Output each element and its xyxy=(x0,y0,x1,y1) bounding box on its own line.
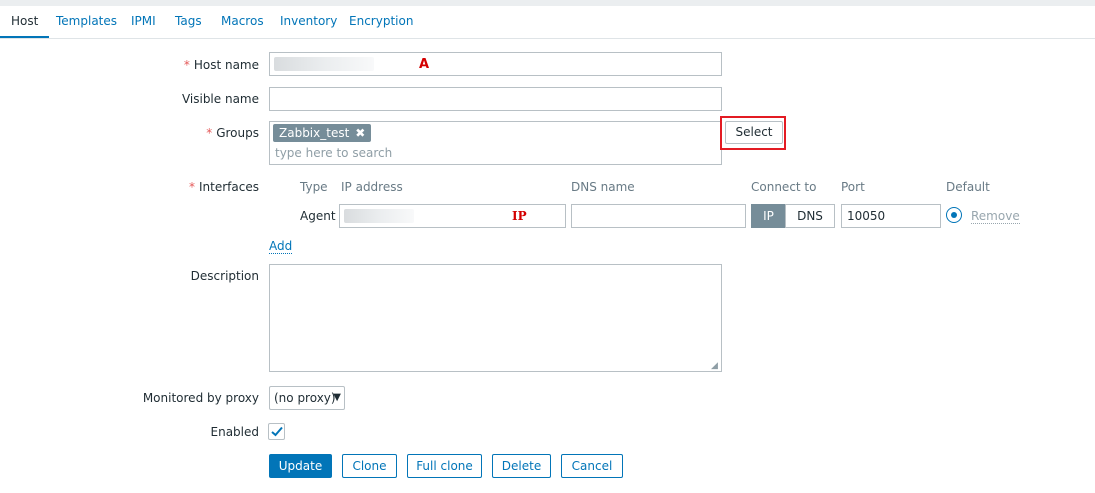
host-name-label: * Host name xyxy=(183,58,259,72)
checkmark-icon xyxy=(271,426,283,437)
dns-name-input[interactable] xyxy=(571,204,746,228)
cancel-button[interactable]: Cancel xyxy=(561,454,623,478)
required-mark: * xyxy=(183,58,190,72)
update-button[interactable]: Update xyxy=(269,454,332,478)
col-ip: IP address xyxy=(341,180,403,194)
redacted-host-name xyxy=(274,57,374,71)
delete-button[interactable]: Delete xyxy=(492,454,551,478)
visible-name-input[interactable] xyxy=(269,87,722,111)
groups-search-placeholder[interactable]: type here to search xyxy=(275,146,392,160)
remove-link[interactable]: Remove xyxy=(971,209,1020,224)
groups-label: * Groups xyxy=(206,126,259,140)
enabled-label: Enabled xyxy=(210,425,260,439)
resize-handle-icon[interactable]: ◢ xyxy=(711,361,718,371)
default-radio[interactable] xyxy=(946,207,962,223)
interfaces-label: * Interfaces xyxy=(189,180,259,194)
enabled-checkbox[interactable] xyxy=(268,423,285,440)
tab-inventory[interactable]: Inventory xyxy=(280,6,337,36)
group-chip: Zabbix_test ✖ xyxy=(273,124,372,142)
tab-templates[interactable]: Templates xyxy=(56,6,117,36)
host-name-input[interactable] xyxy=(269,52,722,76)
description-label: Description xyxy=(190,269,259,283)
connect-ip-button[interactable]: IP xyxy=(751,204,786,228)
annotation-a: A xyxy=(419,57,430,72)
proxy-select[interactable]: (no proxy) ▼ xyxy=(269,386,345,410)
tab-ipmi[interactable]: IPMI xyxy=(131,6,156,36)
full-clone-button[interactable]: Full clone xyxy=(407,454,482,478)
add-interface-link[interactable]: Add xyxy=(269,239,293,254)
chip-remove-icon[interactable]: ✖ xyxy=(355,126,365,140)
col-dns: DNS name xyxy=(571,180,635,194)
col-type: Type xyxy=(300,180,328,194)
port-input[interactable]: 10050 xyxy=(841,204,941,228)
tab-host[interactable]: Host xyxy=(0,6,50,38)
col-port: Port xyxy=(841,180,865,194)
proxy-label: Monitored by proxy xyxy=(142,391,259,405)
ip-address-input[interactable] xyxy=(339,204,566,228)
chevron-down-icon: ▼ xyxy=(333,392,341,403)
clone-button[interactable]: Clone xyxy=(342,454,397,478)
description-textarea[interactable] xyxy=(269,264,722,372)
tab-bar: Host Templates IPMI Tags Macros Inventor… xyxy=(0,6,1095,39)
col-default: Default xyxy=(946,180,990,194)
interface-type: Agent xyxy=(300,209,336,223)
visible-name-label: Visible name xyxy=(181,92,259,106)
annotation-ip: IP xyxy=(512,209,527,223)
connect-dns-button[interactable]: DNS xyxy=(785,204,835,228)
col-connect: Connect to xyxy=(751,180,817,194)
tab-macros[interactable]: Macros xyxy=(221,6,264,36)
tab-tags[interactable]: Tags xyxy=(175,6,202,36)
redacted-ip xyxy=(344,209,414,223)
tab-encryption[interactable]: Encryption xyxy=(349,6,413,36)
select-button[interactable]: Select xyxy=(725,121,783,144)
